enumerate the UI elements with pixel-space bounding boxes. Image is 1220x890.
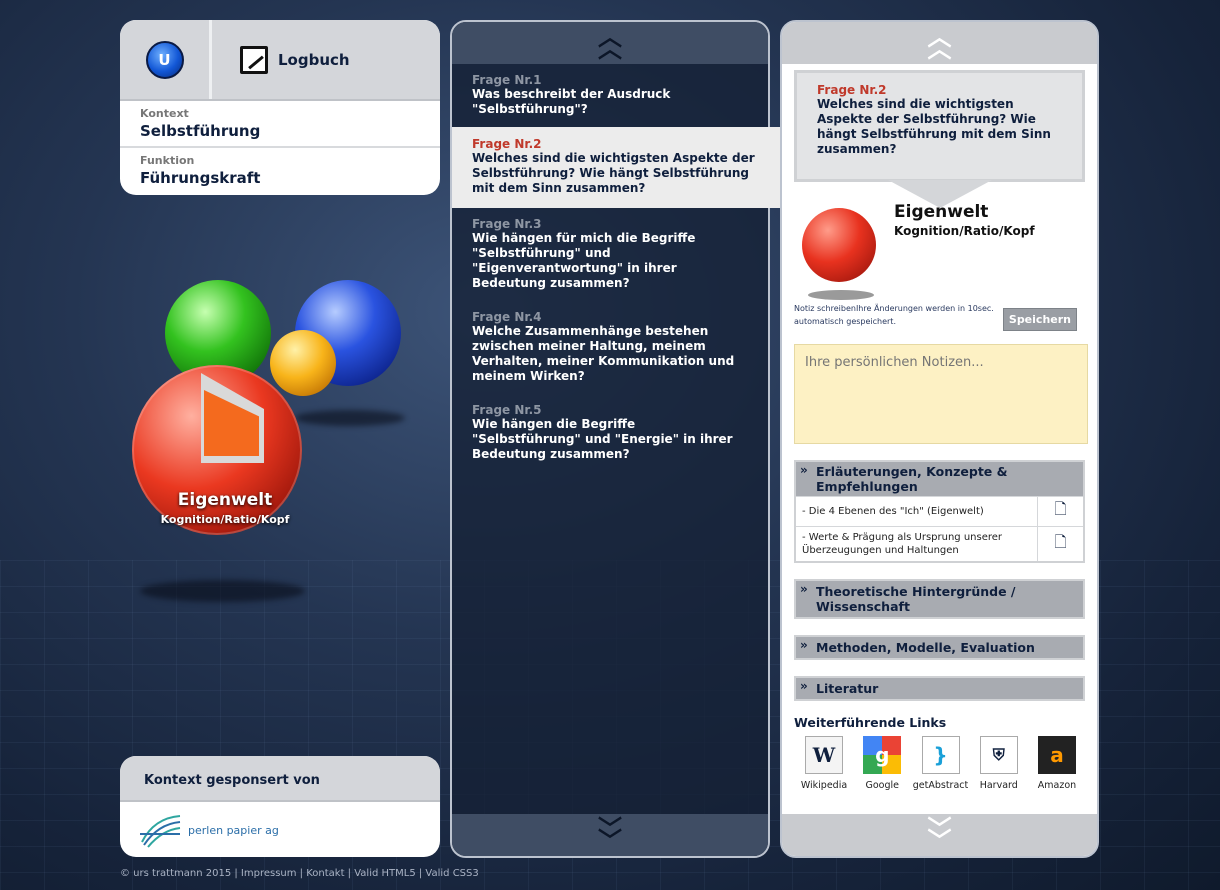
link-harvard[interactable]: ⛨ Harvard [971, 736, 1027, 791]
logbuch-label: Logbuch [278, 50, 350, 69]
question-item[interactable]: Frage Nr.5 Wie hängen die Begriffe "Selb… [452, 394, 768, 472]
question-number: Frage Nr.3 [472, 217, 542, 231]
link-label: Amazon [1037, 780, 1077, 791]
accordion-title: Erläuterungen, Konzepte & Empfehlungen [816, 464, 1008, 494]
note-toolbar: Notiz schreibenIhre Änderungen werden in… [794, 302, 1085, 338]
accordion-methoden[interactable]: » Methoden, Modelle, Evaluation [794, 635, 1085, 660]
accordion-title: Literatur [816, 681, 879, 696]
question-item[interactable]: Frage Nr.3 Wie hängen für mich die Begri… [452, 208, 768, 301]
sphere-shadow [295, 410, 405, 426]
links-row: W Wikipedia g Google } getAbstract ⛨ Har… [796, 736, 1085, 791]
top-bar: U Logbuch [120, 20, 440, 101]
chevron-up-icon: ︿ ︿ [598, 23, 622, 63]
funktion-label: Funktion [140, 154, 195, 167]
logbook-edit-icon [240, 45, 268, 74]
chevron-right-icon: » [800, 638, 808, 652]
question-text: Was beschreibt der Ausdruck "Selbstführu… [472, 87, 671, 116]
link-google[interactable]: g Google [854, 736, 910, 791]
chevron-down-icon: ﹀ ﹀ [598, 815, 622, 855]
chevron-down-icon: ﹀ ﹀ [927, 815, 952, 855]
amazon-icon: a [1038, 736, 1076, 774]
question-item[interactable]: Frage Nr.4 Welche Zusammenhänge bestehen… [452, 301, 768, 394]
detail-scroll-down-button[interactable]: ﹀ ﹀ [782, 814, 1097, 856]
note-autosave-info: Notiz schreibenIhre Änderungen werden in… [794, 304, 994, 326]
sphere-title: Eigenwelt [177, 490, 273, 510]
question-number: Frage Nr.5 [472, 403, 542, 417]
footer: © urs trattmann 2015 | Impressum | Konta… [120, 868, 479, 879]
accordion-title: Methoden, Modelle, Evaluation [816, 640, 1035, 655]
link-label: Harvard [979, 780, 1018, 791]
sponsor-logo[interactable]: perlen papier ag [120, 802, 440, 848]
link-label: getAbstract [912, 780, 969, 791]
link-getabstract[interactable]: } getAbstract [913, 736, 969, 791]
getabstract-icon: } [921, 736, 960, 774]
link-label: Wikipedia [800, 780, 848, 791]
question-list-panel: ︿ ︿ Frage Nr.1 Was beschreibt der Ausdruc… [450, 20, 782, 858]
chevron-right-icon: » [800, 582, 808, 596]
question-text: Wie hängen für mich die Begriffe "Selbst… [472, 231, 696, 290]
link-amazon[interactable]: a Amazon [1029, 736, 1085, 791]
home-button[interactable]: U [120, 20, 212, 99]
yellow-sphere[interactable] [270, 330, 336, 396]
question-text: Welches sind die wichtigsten Aspekte der… [472, 151, 755, 195]
question-text: Wie hängen die Begriffe "Selbstführung" … [472, 417, 733, 461]
accordion-item[interactable]: - Werte & Prägung als Ursprung unserer Ü… [796, 526, 1083, 561]
question-number: Frage Nr.2 [472, 137, 542, 151]
sphere-cluster: Eigenwelt Kognition/Ratio/Kopf [120, 270, 440, 610]
selected-question-number: Frage Nr.2 [817, 83, 887, 97]
perlen-logo-icon [140, 815, 181, 848]
topic-title: Eigenwelt [894, 202, 989, 222]
save-button[interactable]: Speichern [1002, 308, 1077, 331]
question-number: Frage Nr.1 [472, 73, 542, 87]
sphere-subtitle: Kognition/Ratio/Kopf [160, 513, 290, 526]
chevron-right-icon: » [800, 679, 808, 693]
detail-panel: ︿ ︿ Frage Nr.2 Welches sind die wichtigst… [780, 20, 1099, 858]
accordion-item-label: - Die 4 Ebenen des "Ich" (Eigenwelt) [802, 506, 984, 517]
sponsor-name: perlen papier ag [188, 823, 279, 837]
topic-subtitle: Kognition/Ratio/Kopf [894, 224, 1035, 238]
accordion-literatur[interactable]: » Literatur [794, 676, 1085, 701]
accordion-item-label: - Werte & Prägung als Ursprung unserer Ü… [802, 532, 1003, 556]
red-sphere-icon [802, 208, 876, 300]
question-number: Frage Nr.4 [472, 310, 542, 324]
google-icon: g [863, 736, 902, 774]
link-label: Google [865, 780, 899, 791]
accordion-title: Theoretische Hintergründe / Wissenschaft [816, 584, 1016, 614]
context-card: U Logbuch Kontext Selbstführung Funktion… [120, 20, 440, 195]
logbuch-button[interactable]: Logbuch [212, 20, 440, 99]
scroll-up-button[interactable]: ︿ ︿ [452, 22, 768, 64]
accordion-item[interactable]: - Die 4 Ebenen des "Ich" (Eigenwelt) 🗋 [796, 496, 1083, 526]
notes-textarea[interactable] [794, 344, 1088, 444]
chevron-up-icon: ︿ ︿ [927, 23, 952, 63]
question-item-active[interactable]: Frage Nr.2 Welches sind die wichtigsten … [452, 127, 782, 208]
kontext-row[interactable]: Kontext Selbstführung [120, 101, 440, 148]
accordion-erlaeuterungen: » Erläuterungen, Konzepte & Empfehlungen… [794, 460, 1085, 563]
document-icon[interactable]: 🗋 [1037, 497, 1083, 526]
topic-header: Eigenwelt Kognition/Ratio/Kopf [802, 202, 1097, 302]
sphere-shadow [140, 580, 305, 602]
question-text: Welche Zusammenhänge bestehen zwischen m… [472, 324, 735, 383]
detail-scroll-up-button[interactable]: ︿ ︿ [782, 22, 1097, 64]
kontext-value: Selbstführung [140, 122, 261, 140]
selected-question-box: Frage Nr.2 Welches sind die wichtigsten … [794, 70, 1085, 182]
harvard-shield-icon: ⛨ [979, 736, 1018, 774]
kontext-label: Kontext [140, 107, 189, 120]
links-title: Weiterführende Links [794, 715, 947, 730]
funktion-value: Führungskraft [140, 169, 261, 187]
chevron-down-icon: » [800, 463, 808, 477]
document-icon[interactable]: 🗋 [1037, 527, 1083, 561]
accordion-theorie[interactable]: » Theoretische Hintergründe / Wissenschaf… [794, 579, 1085, 619]
sponsor-card: Kontext gesponsert von perlen papier ag [120, 756, 440, 857]
wikipedia-icon: W [805, 736, 843, 774]
sponsor-heading: Kontext gesponsert von [120, 756, 440, 802]
accordion-header[interactable]: » Erläuterungen, Konzepte & Empfehlungen [796, 462, 1083, 496]
scroll-down-button[interactable]: ﹀ ﹀ [452, 814, 768, 856]
question-item[interactable]: Frage Nr.1 Was beschreibt der Ausdruck "… [452, 64, 768, 127]
selected-question-text: Welches sind die wichtigsten Aspekte der… [817, 97, 1051, 156]
funktion-row[interactable]: Funktion Führungskraft [120, 148, 440, 195]
link-wikipedia[interactable]: W Wikipedia [796, 736, 852, 791]
app-logo-icon: U [145, 40, 184, 79]
